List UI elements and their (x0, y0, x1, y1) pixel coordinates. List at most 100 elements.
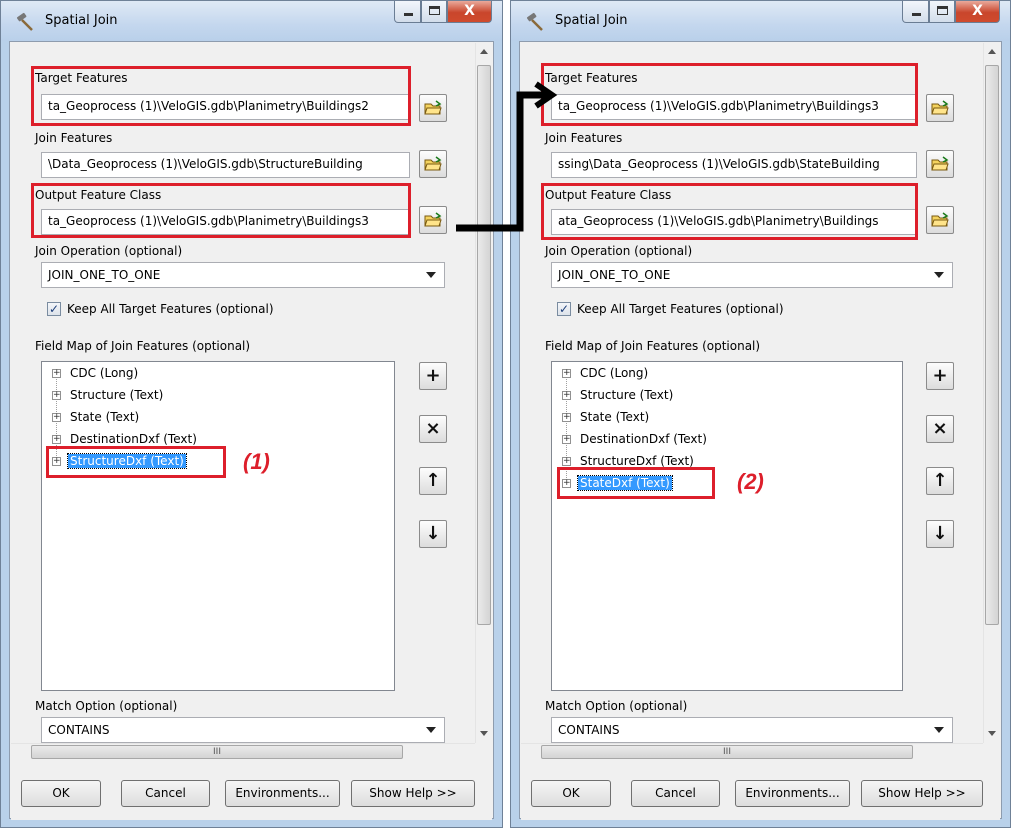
open-folder-icon (931, 100, 949, 115)
window-title: Spatial Join (45, 13, 118, 28)
expand-icon: + (52, 412, 61, 422)
scroll-thumb[interactable] (477, 65, 491, 625)
vertical-scrollbar[interactable] (983, 43, 1000, 743)
environments-button[interactable]: Environments... (225, 780, 340, 807)
target-features-label: Target Features (35, 71, 128, 85)
show-help-button[interactable]: Show Help >> (861, 780, 983, 807)
field-map-tree[interactable]: + CDC (Long) + Structure (Text) + State (Te… (41, 361, 395, 691)
open-folder-icon (931, 212, 949, 227)
minimize-icon (912, 13, 921, 16)
target-features-input[interactable]: ta_Geoprocess (1)\VeloGIS.gdb\Planimetry… (41, 94, 410, 120)
join-features-input[interactable]: ssing\Data_Geoprocess (1)\VeloGIS.gdb\St… (551, 152, 917, 178)
minimize-icon (404, 13, 413, 16)
annotation-label: (1) (243, 449, 270, 474)
keep-all-target-checkbox[interactable]: ✓ (557, 302, 571, 316)
dropdown-arrow-icon (426, 272, 436, 278)
close-button[interactable]: X (447, 1, 492, 23)
expand-icon: + (562, 478, 571, 488)
title-bar[interactable]: Spatial Join X (1, 1, 502, 41)
expand-icon: + (52, 434, 61, 444)
expand-icon: + (52, 368, 61, 378)
browse-button[interactable] (419, 94, 447, 122)
open-folder-icon (931, 156, 949, 171)
add-field-button[interactable]: + (926, 362, 954, 390)
match-option-label: Match Option (optional) (35, 699, 178, 713)
join-operation-select[interactable]: JOIN_ONE_TO_ONE (551, 262, 953, 288)
add-field-button[interactable]: + (419, 362, 447, 390)
horizontal-scrollbar[interactable]: III (11, 743, 475, 760)
parameters-pane: Target Features ta_Geoprocess (1)\VeloGI… (521, 43, 1000, 761)
expand-icon: + (52, 390, 61, 400)
maximize-button[interactable] (421, 1, 447, 23)
minimize-button[interactable] (902, 1, 929, 23)
remove-field-button[interactable]: × (926, 415, 954, 443)
dialog-footer: OK Cancel Environments... Show Help >> (521, 764, 1000, 820)
scroll-up-icon (988, 49, 996, 54)
close-button[interactable]: X (955, 1, 1000, 23)
move-up-button[interactable]: ↑ (419, 467, 447, 495)
dropdown-arrow-icon (426, 727, 436, 733)
spatial-join-window-right: Spatial Join X Target Features ta_Geopro… (510, 0, 1011, 828)
cancel-button[interactable]: Cancel (121, 780, 210, 807)
keep-all-target-label: Keep All Target Features (optional) (67, 302, 274, 316)
maximize-icon (937, 6, 948, 15)
expand-icon: + (562, 434, 571, 444)
dialog-footer: OK Cancel Environments... Show Help >> (11, 764, 492, 820)
join-operation-value: JOIN_ONE_TO_ONE (48, 268, 161, 282)
move-up-button[interactable]: ↑ (926, 467, 954, 495)
browse-button[interactable] (926, 94, 954, 122)
join-features-input[interactable]: \Data_Geoprocess (1)\VeloGIS.gdb\Structu… (41, 152, 410, 178)
browse-button[interactable] (419, 206, 447, 234)
browse-button[interactable] (926, 206, 954, 234)
join-operation-select[interactable]: JOIN_ONE_TO_ONE (41, 262, 445, 288)
match-option-select[interactable]: CONTAINS (41, 717, 445, 743)
match-option-select[interactable]: CONTAINS (551, 717, 953, 743)
ok-button[interactable]: OK (21, 780, 101, 807)
window-title: Spatial Join (555, 13, 628, 28)
join-operation-label: Join Operation (optional) (35, 244, 183, 258)
parameters-pane: Target Features ta_Geoprocess (1)\VeloGI… (11, 43, 492, 761)
dialog-client: Target Features ta_Geoprocess (1)\VeloGI… (9, 41, 494, 820)
dropdown-arrow-icon (934, 727, 944, 733)
horizontal-scrollbar[interactable]: III (521, 743, 983, 760)
output-feature-class-input[interactable]: ta_Geoprocess (1)\VeloGIS.gdb\Planimetry… (41, 209, 410, 235)
keep-all-target-checkbox[interactable]: ✓ (47, 302, 61, 316)
minimize-button[interactable] (394, 1, 421, 23)
target-features-input[interactable]: ta_Geoprocess (1)\VeloGIS.gdb\Planimetry… (551, 94, 917, 120)
scroll-thumb[interactable]: III (31, 745, 403, 759)
annotation-label: (2) (737, 469, 764, 494)
scroll-down-icon (988, 731, 996, 736)
move-down-button[interactable]: ↓ (419, 520, 447, 548)
join-features-label: Join Features (35, 131, 113, 145)
scroll-thumb[interactable] (985, 65, 999, 625)
hammer-icon (526, 12, 543, 31)
output-feature-class-input[interactable]: ata_Geoprocess (1)\VeloGIS.gdb\Planimetr… (551, 209, 917, 235)
scroll-down-icon (480, 731, 488, 736)
join-features-label: Join Features (545, 131, 623, 145)
scroll-thumb[interactable]: III (541, 745, 913, 759)
environments-button[interactable]: Environments... (735, 780, 850, 807)
browse-button[interactable] (926, 150, 954, 178)
show-help-button[interactable]: Show Help >> (351, 780, 475, 807)
remove-field-button[interactable]: × (419, 415, 447, 443)
move-down-button[interactable]: ↓ (926, 520, 954, 548)
match-option-value: CONTAINS (558, 723, 620, 737)
expand-icon: + (562, 412, 571, 422)
vertical-scrollbar[interactable] (475, 43, 492, 743)
cancel-button[interactable]: Cancel (631, 780, 720, 807)
ok-button[interactable]: OK (531, 780, 611, 807)
match-option-value: CONTAINS (48, 723, 110, 737)
open-folder-icon (424, 156, 442, 171)
expand-icon: + (52, 456, 61, 466)
join-operation-label: Join Operation (optional) (545, 244, 693, 258)
maximize-button[interactable] (929, 1, 955, 23)
expand-icon: + (562, 456, 571, 466)
browse-button[interactable] (419, 150, 447, 178)
field-map-tree[interactable]: + CDC (Long) + Structure (Text) + State (Te… (551, 361, 903, 691)
title-bar[interactable]: Spatial Join X (511, 1, 1010, 41)
join-operation-value: JOIN_ONE_TO_ONE (558, 268, 671, 282)
dropdown-arrow-icon (934, 272, 944, 278)
match-option-label: Match Option (optional) (545, 699, 688, 713)
open-folder-icon (424, 212, 442, 227)
keep-all-target-label: Keep All Target Features (optional) (577, 302, 784, 316)
